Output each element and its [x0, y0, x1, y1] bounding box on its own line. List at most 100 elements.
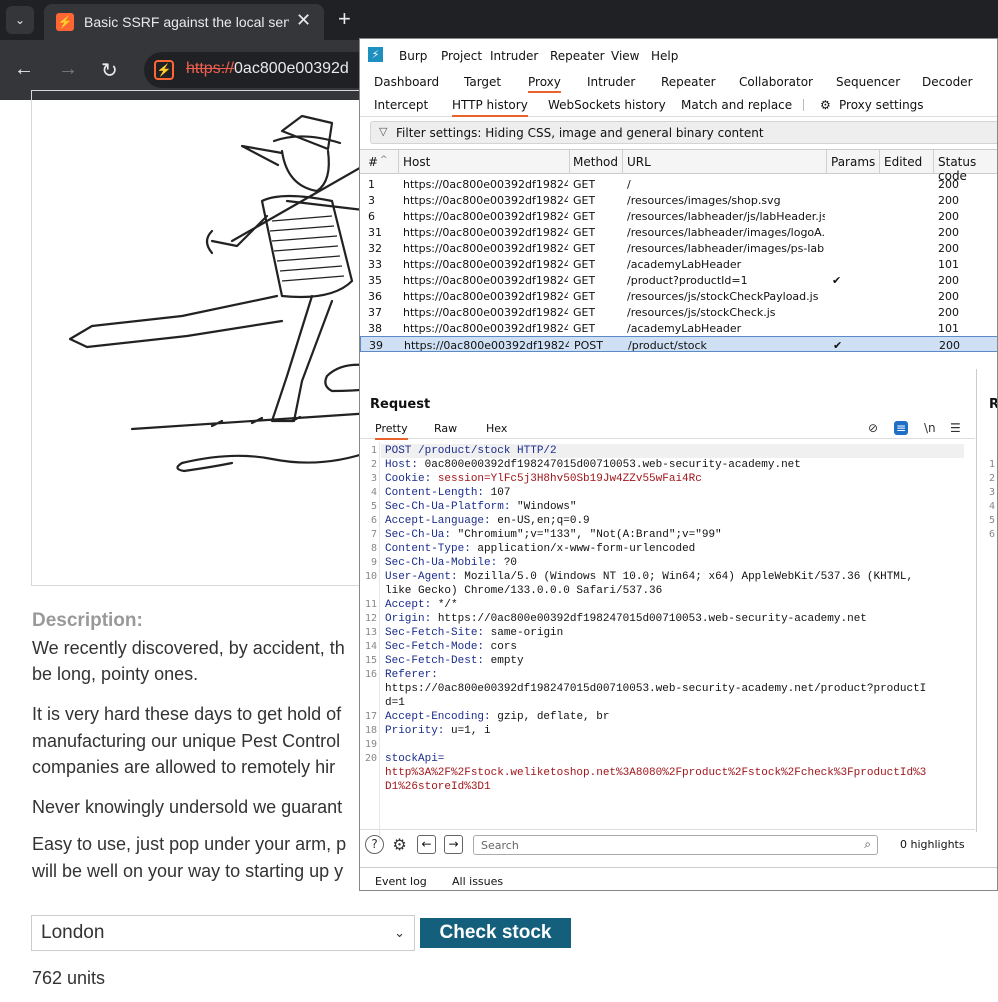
chevron-down-icon: ⌄: [394, 925, 405, 940]
filter-icon: ▽: [379, 125, 388, 138]
table-row[interactable]: 33 https://0ac800e00392df19824... GET/acad…: [360, 256, 997, 272]
tab-hex[interactable]: Hex: [486, 422, 507, 435]
gear-icon[interactable]: ⚙: [820, 98, 831, 112]
store-select[interactable]: London ⌄: [31, 915, 415, 951]
cell-params: ✔: [832, 274, 842, 287]
tab-sequencer[interactable]: Sequencer: [836, 75, 900, 89]
next-match-icon[interactable]: →: [444, 835, 463, 854]
menu-intruder[interactable]: Intruder: [490, 49, 538, 63]
all-issues-button[interactable]: All issues: [452, 875, 503, 888]
request-line: User-Agent: Mozilla/5.0 (Windows NT 10.0…: [385, 571, 913, 583]
table-row[interactable]: 1 https://0ac800e00392df19824... GET / 200: [360, 176, 997, 192]
header-name: Accept-Language:: [385, 515, 491, 527]
proxy-settings-button[interactable]: Proxy settings: [839, 98, 924, 112]
col-url[interactable]: URL: [627, 155, 651, 169]
table-row[interactable]: 38 https://0ac800e00392df19824... GET/acad…: [360, 320, 997, 336]
column-separator: [933, 150, 934, 174]
menu-burp[interactable]: Burp: [399, 49, 427, 63]
table-row[interactable]: 3 https://0ac800e00392df19824... GET/resou…: [360, 192, 997, 208]
col-host[interactable]: Host: [403, 155, 430, 169]
browser-tab[interactable]: ⚡ Basic SSRF against the local server ✕: [44, 4, 324, 40]
request-line: Referer:: [385, 669, 438, 681]
previous-match-icon[interactable]: ←: [417, 835, 436, 854]
tab-match-replace[interactable]: Match and replace: [681, 98, 792, 112]
menu-help[interactable]: Help: [651, 49, 678, 63]
col-method[interactable]: Method: [573, 155, 618, 169]
tab-collaborator[interactable]: Collaborator: [739, 75, 813, 89]
filter-bar[interactable]: ▽ Filter settings: Hiding CSS, image and…: [370, 121, 997, 144]
menu-view[interactable]: View: [611, 49, 639, 63]
cell-method: GET: [573, 194, 596, 207]
wrap-lines-icon[interactable]: ≡: [894, 421, 909, 435]
cell-status: 200: [938, 226, 959, 239]
request-line: Host: 0ac800e00392df198247015d00710053.w…: [385, 459, 801, 471]
tab-repeater[interactable]: Repeater: [661, 75, 716, 89]
menu-repeater[interactable]: Repeater: [550, 49, 605, 63]
header-value: like Gecko) Chrome/133.0.0.0 Safari/537.…: [385, 585, 663, 597]
back-icon[interactable]: ←: [14, 58, 34, 81]
table-row[interactable]: 31 https://0ac800e00392df19824... GET/reso…: [360, 224, 997, 240]
cell-n: 6: [368, 210, 375, 223]
new-tab-icon[interactable]: +: [338, 6, 351, 32]
table-row[interactable]: 35 https://0ac800e00392df19824... GET/prod…: [360, 272, 997, 288]
table-row[interactable]: 36 https://0ac800e00392df19824... GET/reso…: [360, 288, 997, 304]
line-number: 12: [364, 613, 377, 624]
store-select-value: London: [41, 922, 105, 943]
table-row[interactable]: 37 https://0ac800e00392df19824... GET/reso…: [360, 304, 997, 320]
tab-websockets-history[interactable]: WebSockets history: [548, 98, 666, 112]
request-tabs: Pretty Raw Hex ⊘ ≡ \n ☰: [360, 419, 975, 440]
request-line: like Gecko) Chrome/133.0.0.0 Safari/537.…: [385, 585, 662, 597]
tab-decoder[interactable]: Decoder: [922, 75, 973, 89]
header-name: Sec-Ch-Ua-Mobile:: [385, 557, 498, 569]
col-edited[interactable]: Edited: [884, 155, 922, 169]
cell-n: 37: [368, 306, 382, 319]
header-name: User-Agent:: [385, 571, 458, 583]
tab-dashboard[interactable]: Dashboard: [374, 75, 439, 89]
check-stock-button[interactable]: Check stock: [420, 918, 571, 948]
response-title: Re: [989, 397, 997, 412]
tab-target[interactable]: Target: [464, 75, 501, 89]
tab-pretty[interactable]: Pretty: [375, 422, 408, 440]
col-params[interactable]: Params: [831, 155, 875, 169]
tab-intruder[interactable]: Intruder: [587, 75, 635, 89]
cell-n: 38: [368, 322, 382, 335]
search-icon: ⌕: [864, 837, 871, 851]
menu-icon[interactable]: ☰: [950, 421, 961, 435]
cell-host: https://0ac800e00392df19824...: [403, 226, 568, 239]
header-value: en-US,en;q=0.9: [490, 515, 590, 527]
request-line: Accept: */*: [385, 599, 458, 611]
help-icon[interactable]: ?: [365, 835, 384, 854]
table-row[interactable]: 6 https://0ac800e00392df19824... GET/resou…: [360, 208, 997, 224]
line-number: 2: [989, 473, 996, 484]
cell-method: GET: [573, 290, 596, 303]
sort-asc-icon: ^: [380, 155, 388, 165]
line-number: 1: [989, 459, 996, 470]
request-line: POST /product/stock HTTP/2: [385, 445, 557, 457]
table-row[interactable]: 39 https://0ac800e00392df19824... POST/pro…: [360, 336, 997, 352]
col-number[interactable]: #: [368, 155, 378, 169]
request-line: Accept-Encoding: gzip, deflate, br: [385, 711, 609, 723]
tab-proxy[interactable]: Proxy: [528, 75, 561, 93]
cell-url: /resources/labheader/js/labHeader.js: [627, 210, 825, 223]
reload-icon[interactable]: ↻: [101, 58, 118, 83]
newline-toggle[interactable]: \n: [924, 421, 936, 435]
header-value: application/x-www-form-urlencoded: [470, 543, 696, 555]
search-input[interactable]: Search ⌕: [473, 835, 878, 855]
cell-url: /: [627, 178, 631, 191]
tab-http-history[interactable]: HTTP history: [452, 98, 528, 117]
settings-icon[interactable]: ⚙: [390, 835, 409, 854]
hide-non-printable-icon[interactable]: ⊘: [868, 421, 878, 435]
tab-raw[interactable]: Raw: [434, 422, 457, 435]
table-row[interactable]: 32 https://0ac800e00392df19824... GET/reso…: [360, 240, 997, 256]
cell-host: https://0ac800e00392df19824...: [404, 339, 569, 352]
forward-icon[interactable]: →: [58, 58, 78, 81]
menu-project[interactable]: Project: [441, 49, 482, 63]
site-info-icon[interactable]: ⚡: [154, 60, 174, 80]
event-log-button[interactable]: Event log: [375, 875, 427, 888]
tab-intercept[interactable]: Intercept: [374, 98, 428, 112]
close-tab-icon[interactable]: ✕: [296, 10, 311, 31]
header-value: Mozilla/5.0 (Windows NT 10.0; Win64; x64…: [457, 571, 914, 583]
header-value: gzip, deflate, br: [490, 711, 610, 723]
tab-search-chevron-icon[interactable]: ⌄: [6, 6, 34, 34]
cell-url: /product?productId=1: [627, 274, 748, 287]
